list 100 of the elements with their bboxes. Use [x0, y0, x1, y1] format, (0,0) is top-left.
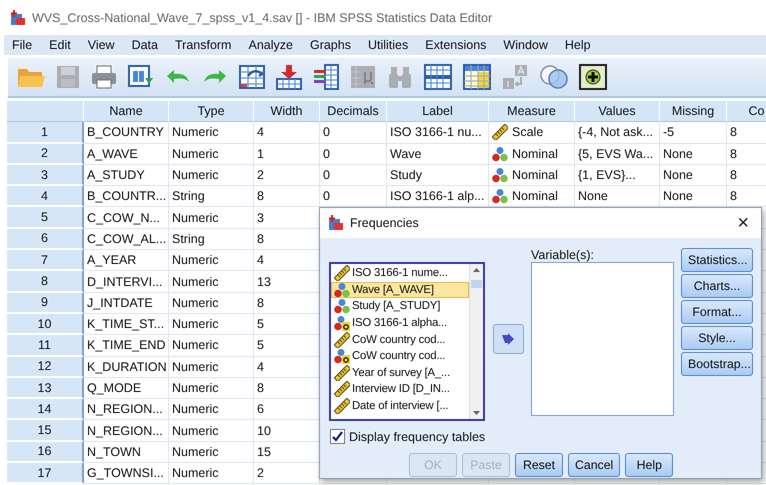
split-table-icon[interactable]	[423, 64, 453, 90]
row-number[interactable]: 14	[7, 399, 84, 420]
table-cell: 0	[320, 122, 387, 144]
three-balls-icon	[492, 146, 508, 162]
column-header[interactable]: Missing	[660, 101, 727, 122]
column-header[interactable]: Width	[254, 101, 320, 122]
variable-item[interactable]: ISO 3166-1 nume...	[331, 265, 469, 282]
menu-item[interactable]: Utilities	[368, 38, 416, 52]
column-header[interactable]: Measure	[489, 101, 575, 122]
side-button[interactable]: Statistics...	[681, 248, 753, 272]
table-cell: N_REGION...	[84, 420, 169, 442]
row-number[interactable]: 16	[7, 442, 84, 464]
balls-string-icon	[334, 315, 350, 332]
row-number[interactable]: 17	[7, 463, 84, 484]
variable-item[interactable]: CoW country cod...	[331, 348, 469, 365]
table-cell: N_TOWN	[84, 442, 169, 464]
table-cell: None	[660, 164, 727, 186]
row-number[interactable]: 4	[7, 186, 84, 208]
three-balls-icon	[492, 167, 508, 184]
menu-item[interactable]: Help	[564, 38, 599, 52]
row-number[interactable]: 11	[7, 335, 84, 357]
menu-item[interactable]: Data	[132, 38, 166, 52]
three-balls-icon	[334, 282, 350, 298]
menu-item[interactable]: Edit	[49, 38, 79, 52]
row-number[interactable]: 13	[7, 378, 84, 400]
measure-cell: Scale	[489, 122, 575, 144]
ruler-icon	[334, 381, 350, 398]
side-button[interactable]: Format...	[681, 300, 753, 324]
highlighted-table-icon[interactable]	[462, 64, 492, 90]
row-number[interactable]: 10	[7, 314, 84, 336]
column-header[interactable]: Decimals	[320, 101, 387, 122]
row-number[interactable]: 12	[7, 356, 84, 378]
scrollbar[interactable]	[469, 264, 483, 419]
arrow-icon	[501, 333, 515, 345]
printer-icon[interactable]	[90, 64, 118, 90]
circles-icon[interactable]	[538, 64, 570, 90]
grid-arrow-icon[interactable]	[238, 64, 266, 90]
table-cell: C_COW_N...	[84, 207, 169, 229]
menu-item[interactable]: View	[88, 38, 123, 52]
column-header[interactable]: Values	[575, 101, 660, 122]
ruler-icon	[334, 265, 350, 282]
row-number[interactable]: 1	[7, 122, 84, 144]
menu-item[interactable]: Extensions	[425, 38, 494, 52]
row-number[interactable]: 2	[7, 144, 84, 165]
side-button[interactable]: Style...	[681, 326, 753, 350]
row-number[interactable]: 6	[7, 228, 84, 250]
variable-item[interactable]: Interview ID [D_IN...	[331, 381, 469, 398]
menu-item[interactable]: Transform	[174, 38, 240, 52]
window-arrow-icon[interactable]	[127, 64, 155, 90]
table-cell: B_COUNTRY	[84, 122, 169, 144]
row-number[interactable]: 15	[7, 420, 84, 442]
side-button[interactable]: Bootstrap...	[681, 352, 753, 376]
variable-item[interactable]: ISO 3166-1 alpha...	[331, 314, 469, 332]
table-cell: -5	[660, 122, 727, 144]
row-number[interactable]: 3	[7, 164, 84, 186]
table-cell: 8	[727, 164, 766, 186]
dialog-button[interactable]: Cancel	[568, 453, 620, 477]
variable-list[interactable]: ISO 3166-1 nume... Wave [A_WAVE] Study [A_STUDY] ISO 3166-1 alpha... CoW country cod... CoW country cod... Year of survey [A_... Interview ID [D_IN... Date of interview [...	[329, 262, 485, 421]
ruler-icon	[334, 332, 350, 348]
dialog-button[interactable]: Help	[625, 453, 674, 477]
table-cell: Q_MODE	[84, 378, 169, 400]
scroll-thumb[interactable]	[471, 280, 482, 288]
checkbox[interactable]	[330, 429, 345, 444]
variable-item[interactable]: Year of survey [A_...	[331, 364, 469, 382]
menu-item[interactable]: Graphs	[310, 38, 359, 52]
table-cell: K_DURATION	[84, 356, 169, 378]
table-cell: Numeric	[169, 335, 254, 357]
column-header[interactable]: Type	[169, 101, 254, 122]
table-cell: 4	[254, 122, 320, 144]
column-header[interactable]: Name	[84, 101, 169, 122]
variables-box[interactable]	[531, 262, 674, 416]
dialog-title: Frequencies	[350, 216, 420, 230]
variable-item[interactable]: Date of interview [...	[331, 398, 469, 414]
move-button[interactable]	[492, 324, 524, 354]
colored-list-icon[interactable]	[312, 64, 340, 90]
checkbox-label[interactable]: Display frequency tables	[349, 430, 486, 444]
row-number[interactable]: 5	[7, 207, 84, 229]
variable-item[interactable]: Wave [A_WAVE]	[331, 282, 469, 298]
menu-item[interactable]: File	[12, 38, 40, 52]
table-down-arrow-icon[interactable]	[275, 64, 303, 90]
table-cell: K_TIME_ST...	[84, 314, 169, 336]
table-cell: J_INTDATE	[84, 292, 169, 314]
row-number[interactable]: 7	[7, 250, 84, 272]
variable-item[interactable]: Study [A_STUDY]	[331, 298, 469, 315]
column-header[interactable]: Label	[387, 101, 489, 122]
variable-item[interactable]: CoW country cod...	[331, 331, 469, 348]
column-header[interactable]: Co	[727, 101, 766, 122]
table-cell: Numeric	[169, 314, 254, 336]
side-button[interactable]: Charts...	[681, 274, 753, 298]
dialog-button[interactable]: Reset	[515, 453, 563, 477]
plus-button-icon[interactable]	[579, 64, 607, 90]
dialog-icon	[328, 215, 344, 231]
close-button[interactable]: ×	[733, 213, 753, 233]
menu-item[interactable]: Analyze	[248, 38, 301, 52]
row-number[interactable]: 8	[7, 271, 84, 293]
table-cell: Numeric	[169, 144, 254, 165]
table-cell: A_STUDY	[84, 164, 169, 186]
table-cell: 0	[320, 164, 387, 186]
menu-item[interactable]: Window	[503, 38, 556, 52]
row-number[interactable]: 9	[7, 292, 84, 314]
